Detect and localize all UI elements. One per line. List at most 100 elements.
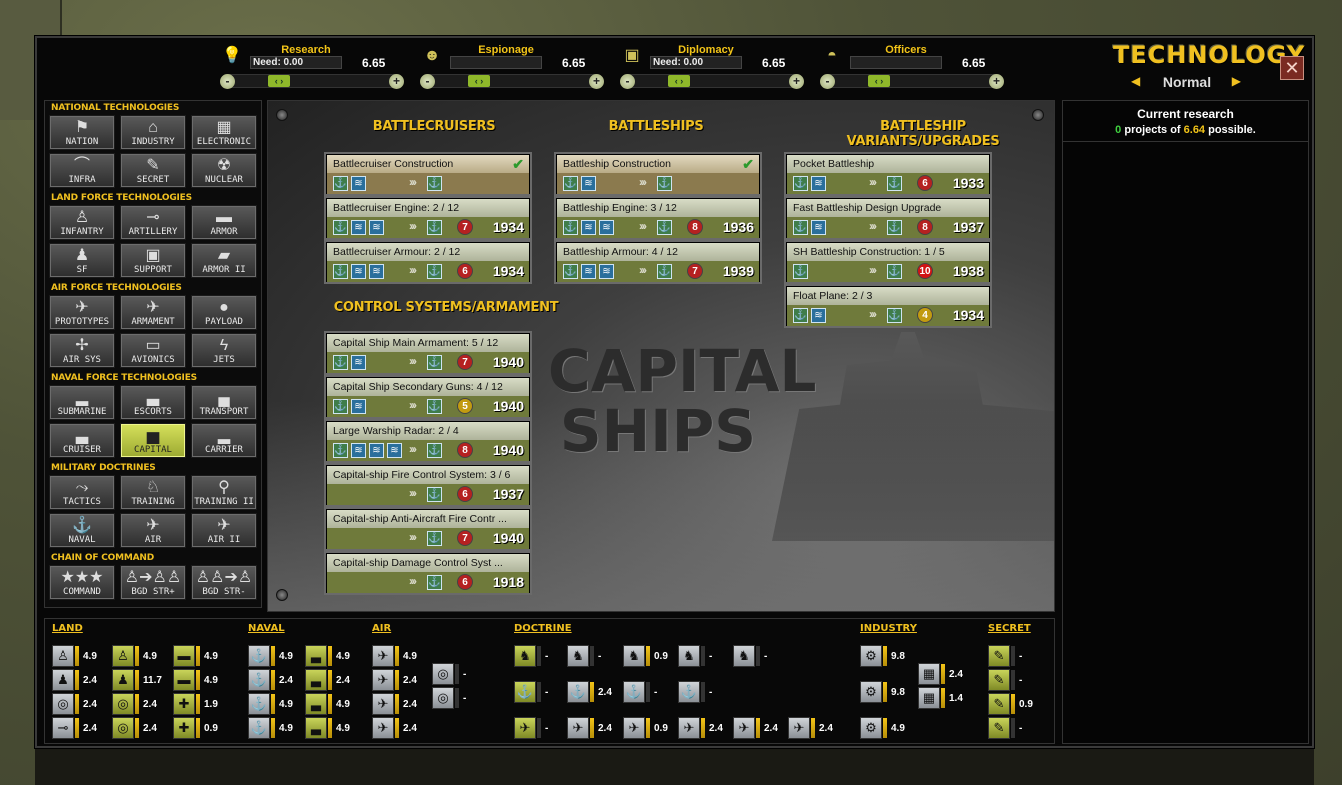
tech-card[interactable]: Battleship Construction ✔ ⚓ ≋ ››› ⚓ — [554, 152, 762, 196]
land-tech[interactable]: ⊸ 2.4 — [52, 717, 97, 739]
tech-card[interactable]: Capital-ship Fire Control System: 3 / 6 ›… — [324, 463, 532, 507]
doctrine-tech[interactable]: ✈ 2.4 — [678, 717, 723, 739]
doctrine-tech[interactable]: ♞ - — [514, 645, 548, 667]
land-tech[interactable]: ◎ 2.4 — [112, 693, 157, 715]
category-button-carrier[interactable]: ▂ CARRIER — [191, 423, 257, 458]
land-tech[interactable]: ♙ 4.9 — [112, 645, 157, 667]
category-button-command[interactable]: ★★★ COMMAND — [49, 565, 115, 600]
officers-slider-knob[interactable]: ‹ › — [868, 75, 890, 87]
category-button-air-ii[interactable]: ✈ AIR II — [191, 513, 257, 548]
officers-plus-button[interactable]: + — [989, 74, 1004, 89]
land-tech[interactable]: ▬ 4.9 — [173, 645, 218, 667]
doctrine-tech[interactable]: ⚓ - — [514, 681, 548, 703]
diplomacy-slider-knob[interactable]: ‹ › — [668, 75, 690, 87]
category-button-infra[interactable]: ⌒ INFRA — [49, 153, 115, 188]
category-button-tactics[interactable]: ⤳ TACTICS — [49, 475, 115, 510]
tech-card[interactable]: Float Plane: 2 / 3 ⚓ ≋ ››› ⚓ 4 1934 — [784, 284, 992, 328]
naval-tech[interactable]: ▃ 4.9 — [305, 717, 350, 739]
officers-slider[interactable]: - ‹ › + — [820, 74, 1004, 89]
naval-tech[interactable]: ⚓ 2.4 — [248, 669, 293, 691]
category-button-bgd-str-[interactable]: ♙♙➔♙ BGD STR- — [191, 565, 257, 600]
research-minus-button[interactable]: - — [220, 74, 235, 89]
tech-card[interactable]: Battleship Engine: 3 / 12 ⚓ ≋ ≋ ››› ⚓ 8 1936 — [554, 196, 762, 240]
category-button-jets[interactable]: ϟ JETS — [191, 333, 257, 368]
category-button-naval[interactable]: ⚓ NAVAL — [49, 513, 115, 548]
doctrine-tech[interactable]: ✈ 2.4 — [567, 717, 612, 739]
doctrine-tech[interactable]: ⚓ - — [623, 681, 657, 703]
category-button-secret[interactable]: ✎ SECRET — [120, 153, 186, 188]
close-button[interactable]: ✕ — [1280, 56, 1304, 80]
mode-next-icon[interactable]: ▶ — [1232, 74, 1241, 88]
doctrine-tech[interactable]: ✈ 0.9 — [623, 717, 668, 739]
land-tech[interactable]: ◎ 2.4 — [52, 693, 97, 715]
industry-tech[interactable]: ⚙ 4.9 — [860, 717, 905, 739]
air-tech[interactable]: ✈ 2.4 — [372, 693, 417, 715]
research-slider-knob[interactable]: ‹ › — [268, 75, 290, 87]
diplomacy-plus-button[interactable]: + — [789, 74, 804, 89]
doctrine-tech[interactable]: ⚓ 2.4 — [567, 681, 612, 703]
category-button-armor[interactable]: ▬ ARMOR — [191, 205, 257, 240]
category-button-infantry[interactable]: ♙ INFANTRY — [49, 205, 115, 240]
category-button-bgd-str-[interactable]: ♙➔♙♙ BGD STR+ — [120, 565, 186, 600]
doctrine-tech[interactable]: ♞ - — [567, 645, 601, 667]
category-button-armor-ii[interactable]: ▰ ARMOR II — [191, 243, 257, 278]
tech-card[interactable]: Capital Ship Secondary Guns: 4 / 12 ⚓ ≋ ›››… — [324, 375, 532, 419]
research-slider[interactable]: - ‹ › + — [220, 74, 404, 89]
land-tech[interactable]: ♟ 2.4 — [52, 669, 97, 691]
research-plus-button[interactable]: + — [389, 74, 404, 89]
category-button-nation[interactable]: ⚑ NATION — [49, 115, 115, 150]
doctrine-tech[interactable]: ✈ - — [514, 717, 548, 739]
tech-card[interactable]: Battlecruiser Engine: 2 / 12 ⚓ ≋ ≋ ››› ⚓ 7 1934 — [324, 196, 532, 240]
category-button-training-ii[interactable]: ⚲ TRAINING II — [191, 475, 257, 510]
land-tech[interactable]: ♟ 11.7 — [112, 669, 162, 691]
espionage-minus-button[interactable]: - — [420, 74, 435, 89]
tech-card[interactable]: Battlecruiser Armour: 2 / 12 ⚓ ≋ ≋ ››› ⚓ 6 1934 — [324, 240, 532, 284]
air-extra-tech[interactable]: ◎ - — [432, 663, 466, 685]
category-button-transport[interactable]: ▄ TRANSPORT — [191, 385, 257, 420]
category-button-training[interactable]: ♘ TRAINING — [120, 475, 186, 510]
industry-chip-tech[interactable]: ▦ 2.4 — [918, 663, 963, 685]
doctrine-tech[interactable]: ✈ 2.4 — [733, 717, 778, 739]
category-button-escorts[interactable]: ▃ ESCORTS — [120, 385, 186, 420]
tech-card[interactable]: Capital-ship Anti-Aircraft Fire Contr ..… — [324, 507, 532, 551]
land-tech[interactable]: ◎ 2.4 — [112, 717, 157, 739]
land-tech[interactable]: ✚ 1.9 — [173, 693, 218, 715]
doctrine-tech[interactable]: ✈ 2.4 — [788, 717, 833, 739]
category-button-cruiser[interactable]: ▃ CRUISER — [49, 423, 115, 458]
naval-tech[interactable]: ▃ 2.4 — [305, 669, 350, 691]
tech-card[interactable]: Capital-ship Damage Control Syst ... ››› ⚓… — [324, 551, 532, 595]
espionage-slider-knob[interactable]: ‹ › — [468, 75, 490, 87]
category-button-support[interactable]: ▣ SUPPORT — [120, 243, 186, 278]
category-button-prototypes[interactable]: ✈ PROTOTYPES — [49, 295, 115, 330]
air-tech[interactable]: ✈ 4.9 — [372, 645, 417, 667]
category-button-electronic[interactable]: ▦ ELECTRONIC — [191, 115, 257, 150]
secret-tech[interactable]: ✎ 0.9 — [988, 693, 1033, 715]
espionage-slider[interactable]: - ‹ › + — [420, 74, 604, 89]
naval-tech[interactable]: ⚓ 4.9 — [248, 717, 293, 739]
category-button-submarine[interactable]: ▂ SUBMARINE — [49, 385, 115, 420]
doctrine-tech[interactable]: ♞ - — [678, 645, 712, 667]
category-button-industry[interactable]: ⌂ INDUSTRY — [120, 115, 186, 150]
land-tech[interactable]: ✚ 0.9 — [173, 717, 218, 739]
category-button-payload[interactable]: ● PAYLOAD — [191, 295, 257, 330]
naval-tech[interactable]: ⚓ 4.9 — [248, 693, 293, 715]
category-button-capital[interactable]: ▅ CAPITAL — [120, 423, 186, 458]
secret-tech[interactable]: ✎ - — [988, 645, 1022, 667]
industry-tech[interactable]: ⚙ 9.8 — [860, 681, 905, 703]
category-button-air-sys[interactable]: ✢ AIR SYS — [49, 333, 115, 368]
industry-tech[interactable]: ⚙ 9.8 — [860, 645, 905, 667]
espionage-plus-button[interactable]: + — [589, 74, 604, 89]
land-tech[interactable]: ▬ 4.9 — [173, 669, 218, 691]
land-tech[interactable]: ♙ 4.9 — [52, 645, 97, 667]
secret-tech[interactable]: ✎ - — [988, 717, 1022, 739]
secret-tech[interactable]: ✎ - — [988, 669, 1022, 691]
tech-card[interactable]: Capital Ship Main Armament: 5 / 12 ⚓ ≋ ››› ⚓… — [324, 331, 532, 375]
air-tech[interactable]: ✈ 2.4 — [372, 669, 417, 691]
diplomacy-minus-button[interactable]: - — [620, 74, 635, 89]
tech-card[interactable]: Large Warship Radar: 2 / 4 ⚓ ≋ ≋ ≋ ››› ⚓ 8 1940 — [324, 419, 532, 463]
category-button-nuclear[interactable]: ☢ NUCLEAR — [191, 153, 257, 188]
tech-card[interactable]: SH Battleship Construction: 1 / 5 ⚓ ››› ⚓ 10… — [784, 240, 992, 284]
category-button-artillery[interactable]: ⊸ ARTILLERY — [120, 205, 186, 240]
category-button-armament[interactable]: ✈ ARMAMENT — [120, 295, 186, 330]
tech-card[interactable]: Battleship Armour: 4 / 12 ⚓ ≋ ≋ ››› ⚓ 7 1939 — [554, 240, 762, 284]
